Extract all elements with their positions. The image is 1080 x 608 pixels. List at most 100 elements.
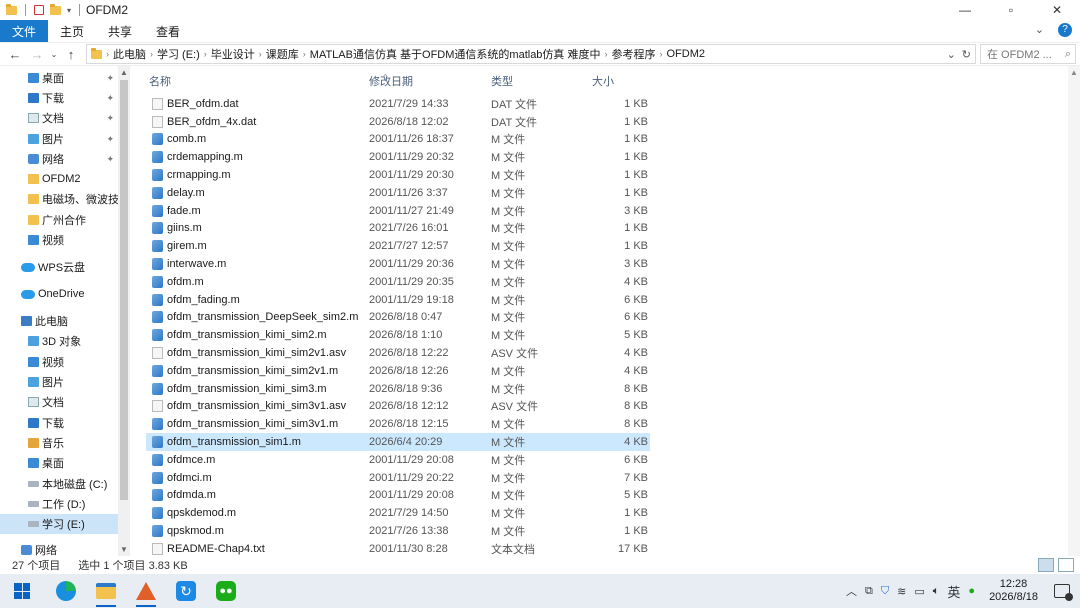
sidebar-item-11[interactable]: 此电脑 xyxy=(0,311,118,331)
sidebar-item-16[interactable]: 下载 xyxy=(0,413,118,433)
table-row[interactable]: ofdm_transmission_DeepSeek_sim2.m 2026/8/… xyxy=(146,309,650,327)
wechat-taskbar-button[interactable]: ●● xyxy=(206,574,246,608)
table-row[interactable]: ofdm_fading.m 2001/11/29 19:18 M 文件 6 KB xyxy=(146,291,650,309)
nav-scrollbar-thumb[interactable] xyxy=(120,80,128,500)
nav-scrollbar[interactable]: ▲ ▼ xyxy=(118,66,130,556)
clock[interactable]: 12:28 2026/8/18 xyxy=(989,578,1038,604)
breadcrumb-graduation[interactable]: 毕业设计 xyxy=(207,46,259,62)
sidebar-item-2[interactable]: 文档 ✦ xyxy=(0,108,118,128)
sidebar-item-22[interactable]: 网络 xyxy=(0,540,118,556)
properties-icon[interactable] xyxy=(34,5,44,15)
table-row[interactable]: girem.m 2021/7/27 12:57 M 文件 1 KB xyxy=(146,237,650,255)
table-row[interactable]: ofdmda.m 2001/11/29 20:08 M 文件 5 KB xyxy=(146,487,650,505)
refresh-app-taskbar-button[interactable]: ↻ xyxy=(166,574,206,608)
breadcrumb-matlab-project[interactable]: MATLAB通信仿真 基于OFDM通信系统的matlab仿真 难度中 xyxy=(306,46,605,62)
new-folder-icon[interactable] xyxy=(50,3,61,15)
table-row[interactable]: delay.m 2001/11/26 3:37 M 文件 1 KB xyxy=(146,184,650,202)
sidebar-item-4[interactable]: 网络 ✦ xyxy=(0,149,118,169)
sidebar-item-10[interactable]: OneDrive xyxy=(0,284,118,304)
sidebar-item-0[interactable]: 桌面 ✦ xyxy=(0,68,118,88)
table-row[interactable]: ofdm_transmission_kimi_sim2v1.asv 2026/8/… xyxy=(146,344,650,362)
tab-file[interactable]: 文件 xyxy=(0,20,49,42)
edge-taskbar-button[interactable] xyxy=(46,574,86,608)
sidebar-item-19[interactable]: 本地磁盘 (C:) xyxy=(0,474,118,494)
details-view-icon[interactable] xyxy=(1038,558,1054,572)
sidebar-item-15[interactable]: 文档 xyxy=(0,392,118,412)
table-row[interactable]: ofdm_transmission_kimi_sim3.m 2026/8/18 9… xyxy=(146,380,650,398)
sidebar-item-21[interactable]: 学习 (E:) xyxy=(0,514,118,534)
address-dropdown-icon[interactable]: ⌄ xyxy=(947,48,956,61)
table-row[interactable]: comb.m 2001/11/26 18:37 M 文件 1 KB xyxy=(146,131,650,149)
expand-ribbon-icon[interactable]: ⌄ xyxy=(1035,23,1044,37)
column-name[interactable]: 名称 xyxy=(149,73,171,89)
sidebar-item-8[interactable]: 视频 xyxy=(0,230,118,250)
wechat-tray-icon[interactable]: ● xyxy=(968,585,975,597)
address-bar[interactable]: › 此电脑 › 学习 (E:) › 毕业设计 › 课题库 › MATLAB通信仿… xyxy=(86,44,976,64)
notification-icon[interactable] xyxy=(1054,584,1073,601)
sidebar-item-13[interactable]: 视频 xyxy=(0,352,118,372)
security-icon[interactable]: ⛉ xyxy=(881,585,889,598)
table-row[interactable]: crdemapping.m 2001/11/29 20:32 M 文件 1 KB xyxy=(146,148,650,166)
breadcrumb-this-pc[interactable]: 此电脑 xyxy=(109,46,150,62)
screenshot-tool-icon[interactable]: ⧉ xyxy=(865,585,873,598)
sidebar-item-17[interactable]: 音乐 xyxy=(0,433,118,453)
search-input[interactable]: 在 OFDM2 ... ⌕ xyxy=(980,44,1076,64)
tab-share[interactable]: 共享 xyxy=(96,20,144,42)
refresh-icon[interactable]: ↻ xyxy=(962,48,971,61)
sidebar-item-7[interactable]: 广州合作 xyxy=(0,210,118,230)
column-type[interactable]: 类型 xyxy=(491,73,513,89)
table-row[interactable]: interwave.m 2001/11/29 20:36 M 文件 3 KB xyxy=(146,255,650,273)
sidebar-item-6[interactable]: 电磁场、微波技术 xyxy=(0,189,118,209)
help-icon[interactable]: ? xyxy=(1058,23,1072,37)
sidebar-item-9[interactable]: WPS云盘 xyxy=(0,257,118,277)
back-button[interactable]: ← xyxy=(4,47,26,62)
column-date[interactable]: 修改日期 xyxy=(369,73,413,89)
volume-icon[interactable]: 🔈︎ xyxy=(933,585,940,598)
breadcrumb-drive-e[interactable]: 学习 (E:) xyxy=(153,46,204,62)
ime-indicator[interactable]: 英 xyxy=(947,582,960,601)
sidebar-item-18[interactable]: 桌面 xyxy=(0,453,118,473)
wifi-icon[interactable]: ≋ xyxy=(897,585,906,598)
maximize-button[interactable]: ▫ xyxy=(988,0,1034,20)
tab-view[interactable]: 查看 xyxy=(144,20,192,42)
sidebar-item-12[interactable]: 3D 对象 xyxy=(0,331,118,351)
forward-button[interactable]: → xyxy=(26,47,48,62)
table-row[interactable]: ofdmce.m 2001/11/29 20:08 M 文件 6 KB xyxy=(146,451,650,469)
matlab-taskbar-button[interactable] xyxy=(126,574,166,608)
table-row[interactable]: qpskmod.m 2021/7/26 13:38 M 文件 1 KB xyxy=(146,522,650,540)
table-row[interactable]: ofdmci.m 2001/11/29 20:22 M 文件 7 KB xyxy=(146,469,650,487)
sidebar-item-1[interactable]: 下载 ✦ xyxy=(0,88,118,108)
customize-quick-access-icon[interactable]: ▾ xyxy=(67,6,71,15)
table-row[interactable]: qpskdemod.m 2021/7/29 14:50 M 文件 1 KB xyxy=(146,504,650,522)
table-row[interactable]: fade.m 2001/11/27 21:49 M 文件 3 KB xyxy=(146,202,650,220)
tab-home[interactable]: 主页 xyxy=(48,20,96,42)
sidebar-item-14[interactable]: 图片 xyxy=(0,372,118,392)
breadcrumb-topic-library[interactable]: 课题库 xyxy=(262,46,303,62)
breadcrumb-ofdm2[interactable]: OFDM2 xyxy=(663,48,710,60)
table-row[interactable]: BER_ofdm.dat 2021/7/29 14:33 DAT 文件 1 KB xyxy=(146,95,650,113)
close-button[interactable]: ✕ xyxy=(1034,0,1080,20)
table-row[interactable]: ofdm.m 2001/11/29 20:35 M 文件 4 KB xyxy=(146,273,650,291)
battery-icon[interactable]: ▭ xyxy=(914,585,924,598)
sidebar-item-20[interactable]: 工作 (D:) xyxy=(0,494,118,514)
table-row[interactable]: ofdm_transmission_kimi_sim2v1.m 2026/8/18… xyxy=(146,362,650,380)
start-button[interactable] xyxy=(2,574,42,608)
large-icons-view-icon[interactable] xyxy=(1058,558,1074,572)
table-row[interactable]: crmapping.m 2001/11/29 20:30 M 文件 1 KB xyxy=(146,166,650,184)
table-row[interactable]: ofdm_transmission_sim1.m 2026/6/4 20:29 M … xyxy=(146,433,650,451)
file-explorer-taskbar-button[interactable] xyxy=(86,574,126,608)
table-row[interactable]: giins.m 2021/7/26 16:01 M 文件 1 KB xyxy=(146,220,650,238)
file-list-scrollbar[interactable]: ▲ xyxy=(1068,66,1080,556)
table-row[interactable]: ofdm_transmission_kimi_sim3v1.asv 2026/8/… xyxy=(146,398,650,416)
show-hidden-icons-icon[interactable]: ︿ xyxy=(846,583,857,599)
sidebar-item-3[interactable]: 图片 ✦ xyxy=(0,129,118,149)
table-row[interactable]: ofdm_transmission_kimi_sim3v1.m 2026/8/18… xyxy=(146,415,650,433)
table-row[interactable]: BER_ofdm_4x.dat 2026/8/18 12:02 DAT 文件 1 KB xyxy=(146,113,650,131)
recent-locations-icon[interactable]: ⌄ xyxy=(48,50,60,59)
column-size[interactable]: 大小 xyxy=(592,73,614,89)
up-button[interactable]: ↑ xyxy=(60,47,82,62)
minimize-button[interactable]: — xyxy=(942,0,988,20)
table-row[interactable]: ofdm_transmission_kimi_sim2.m 2026/8/18 1… xyxy=(146,326,650,344)
breadcrumb-reference[interactable]: 参考程序 xyxy=(608,46,660,62)
sidebar-item-5[interactable]: OFDM2 xyxy=(0,169,118,189)
